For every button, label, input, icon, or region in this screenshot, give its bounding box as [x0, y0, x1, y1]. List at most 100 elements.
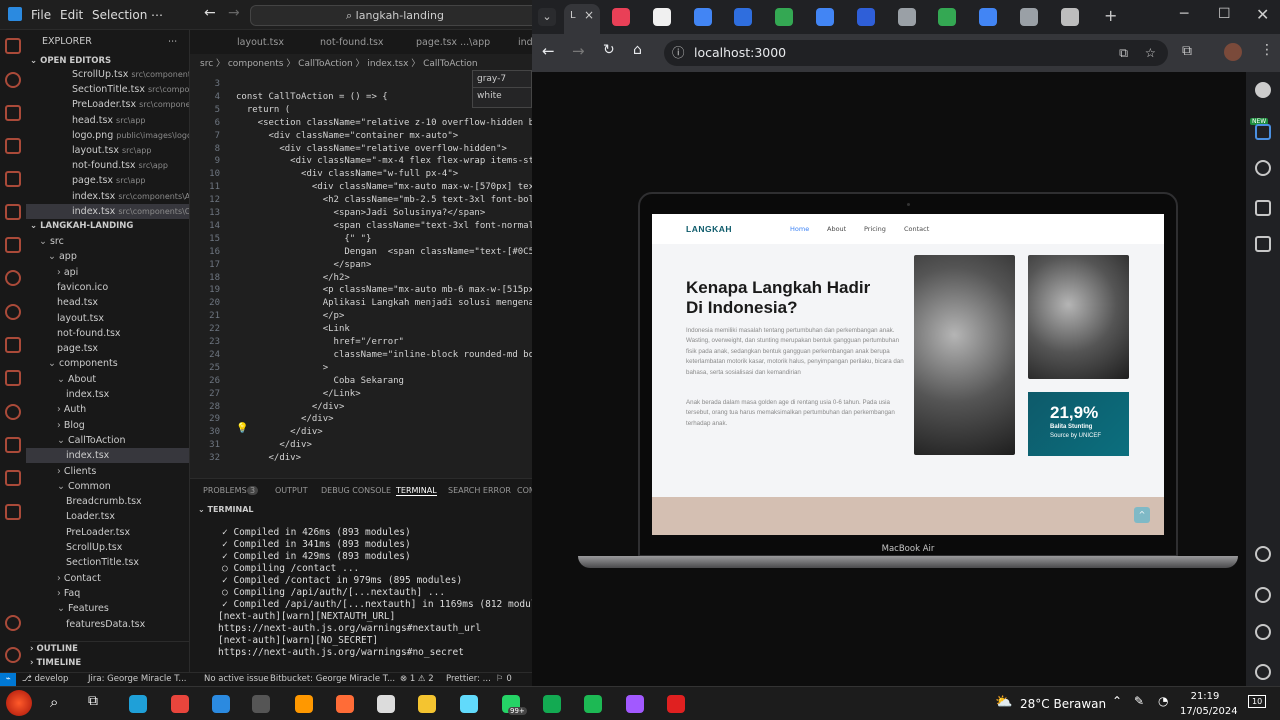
tree-item[interactable]: ⌄ components: [26, 356, 189, 371]
browser-tab-favicon[interactable]: [775, 8, 794, 26]
translate-icon[interactable]: ⧉: [1119, 40, 1128, 66]
tab-not-found[interactable]: not-found.tsx: [320, 37, 384, 48]
tab-debug-console[interactable]: DEBUG CONSOLE: [321, 486, 391, 495]
tree-item[interactable]: › Blog: [26, 418, 189, 433]
tree-item[interactable]: favicon.ico: [26, 280, 189, 295]
lightbulb-icon[interactable]: 💡: [236, 423, 248, 434]
nav-pricing[interactable]: Pricing: [864, 225, 886, 233]
chatgpt-icon[interactable]: [377, 695, 395, 713]
browser-tab-favicon[interactable]: [1060, 8, 1079, 26]
open-editor-item[interactable]: head.tsx src\app: [26, 113, 189, 128]
browser-tab-favicon[interactable]: [816, 8, 834, 26]
timeline-header[interactable]: › TIMELINE: [30, 656, 189, 671]
browser-tab-favicon[interactable]: [652, 8, 671, 26]
minimize-icon[interactable]: ─: [1180, 6, 1188, 22]
open-editor-item[interactable]: SectionTitle.tsxsrc\compon...: [26, 82, 189, 97]
code-editor[interactable]: layout.tsx not-found.tsx page.tsx ...\ap…: [190, 30, 532, 478]
network-icon[interactable]: ◔: [1158, 694, 1168, 708]
notification-center[interactable]: 10: [1248, 695, 1267, 708]
reload-icon[interactable]: ↻: [603, 42, 615, 58]
files-icon[interactable]: [418, 695, 436, 713]
testing-icon[interactable]: [5, 237, 21, 253]
problems-status[interactable]: ⊗ 1 ⚠ 2: [400, 673, 434, 686]
database-icon[interactable]: [5, 370, 21, 386]
source-control-icon[interactable]: [5, 105, 21, 121]
open-editor-item[interactable]: index.tsxsrc\components\Ab...: [26, 189, 189, 204]
tree-item[interactable]: Loader.tsx: [26, 509, 189, 524]
mongodb-icon[interactable]: [543, 695, 561, 713]
open-editor-item[interactable]: logo.png public\images\logo: [26, 128, 189, 143]
terminal-section[interactable]: ⌄ TERMINAL: [198, 505, 254, 514]
tree-item[interactable]: ⌄ Common: [26, 479, 189, 494]
share-icon[interactable]: [1255, 587, 1271, 603]
info-icon[interactable]: [1255, 160, 1271, 176]
tab-organizer-icon[interactable]: [1255, 124, 1271, 140]
browser-tab-favicon[interactable]: [734, 8, 753, 26]
tab-search-icon[interactable]: ⌄: [538, 8, 556, 26]
chrome-menu-icon[interactable]: ⋮: [1260, 42, 1274, 58]
back-arrow-icon[interactable]: ←: [204, 5, 216, 21]
browser-tab-favicon[interactable]: [938, 8, 957, 26]
open-editor-item[interactable]: page.tsx src\app: [26, 173, 189, 188]
browser-tab-favicon[interactable]: [897, 8, 916, 26]
tray-chevron-icon[interactable]: ⌃: [1112, 694, 1122, 708]
tree-item[interactable]: PreLoader.tsx: [26, 525, 189, 540]
open-editor-item[interactable]: not-found.tsx src\app: [26, 158, 189, 173]
search-icon[interactable]: ⌕: [50, 693, 58, 711]
postman-icon[interactable]: [336, 695, 354, 713]
site-info-icon[interactable]: ⓘ: [672, 40, 685, 66]
jira-status[interactable]: Jira: George Miracle T...: [88, 673, 186, 686]
run-debug-icon[interactable]: [5, 138, 21, 154]
home-icon[interactable]: ⌂: [633, 42, 642, 58]
tree-item[interactable]: › Auth: [26, 402, 189, 417]
issue-status[interactable]: No active issue: [204, 673, 269, 686]
project-header[interactable]: ⌄ LANGKAH-LANDING: [30, 219, 189, 234]
suggestion-item[interactable]: white: [473, 87, 531, 104]
browser-tab-favicon[interactable]: [693, 8, 712, 26]
suggestion-widget[interactable]: gray-7 white: [472, 70, 532, 108]
vscode-icon[interactable]: [212, 695, 230, 713]
settings-icon[interactable]: [1255, 664, 1271, 680]
todo-icon[interactable]: [5, 504, 21, 520]
camera-icon[interactable]: [1255, 200, 1271, 216]
tree-item[interactable]: ScrollUp.tsx: [26, 540, 189, 555]
tree-item[interactable]: ⌄ src: [26, 234, 189, 249]
menu-selection[interactable]: Selection: [92, 8, 147, 22]
new-tab-icon[interactable]: +: [1104, 6, 1117, 25]
tree-item[interactable]: index.tsx: [26, 448, 189, 464]
brightness-icon[interactable]: [1255, 546, 1271, 562]
docker-icon[interactable]: [5, 337, 21, 353]
search-icon[interactable]: [5, 72, 21, 88]
back-icon[interactable]: ←: [542, 42, 555, 60]
tree-item[interactable]: featuresData.tsx: [26, 617, 189, 632]
open-editor-item[interactable]: index.tsxsrc\components\Ca...: [26, 203, 189, 219]
live-share-icon[interactable]: [5, 404, 21, 420]
spotify-icon[interactable]: [584, 695, 602, 713]
acrobat-icon[interactable]: [667, 695, 685, 713]
prettier-status[interactable]: Prettier: ...: [446, 673, 491, 686]
atlassian-icon[interactable]: [5, 470, 21, 486]
address-bar[interactable]: ⓘ localhost:3000 ⧉ ☆: [664, 40, 1168, 66]
close-panel-icon[interactable]: [1255, 82, 1271, 98]
menu-more[interactable]: ⋯: [151, 8, 163, 22]
tab-index[interactable]: ind: [518, 37, 532, 48]
nav-about[interactable]: About: [827, 225, 846, 233]
menu-file[interactable]: File: [31, 8, 51, 22]
forward-arrow-icon[interactable]: →: [228, 5, 240, 21]
nav-contact[interactable]: Contact: [904, 225, 929, 233]
explorer-icon[interactable]: [5, 38, 21, 54]
extensions-icon[interactable]: [5, 171, 21, 187]
clock[interactable]: 21:19 17/05/2024: [1180, 689, 1238, 719]
ports-status[interactable]: ⚐ 0: [496, 673, 512, 686]
extensions-icon[interactable]: ⧉: [1182, 43, 1192, 59]
bookmarks-icon[interactable]: [5, 437, 21, 453]
open-editor-item[interactable]: layout.tsx src\app: [26, 143, 189, 158]
weather-text[interactable]: 28°C Berawan: [1020, 697, 1106, 711]
bitbucket-status[interactable]: Bitbucket: George Miracle T...: [270, 673, 395, 686]
browser-tab-favicon[interactable]: [979, 8, 998, 26]
github-icon[interactable]: [5, 270, 21, 286]
forward-icon[interactable]: →: [572, 42, 585, 60]
start-button[interactable]: [6, 690, 32, 716]
command-center-search[interactable]: ⌕ langkah-landing: [250, 5, 540, 26]
settings-gear-icon[interactable]: [5, 647, 21, 663]
